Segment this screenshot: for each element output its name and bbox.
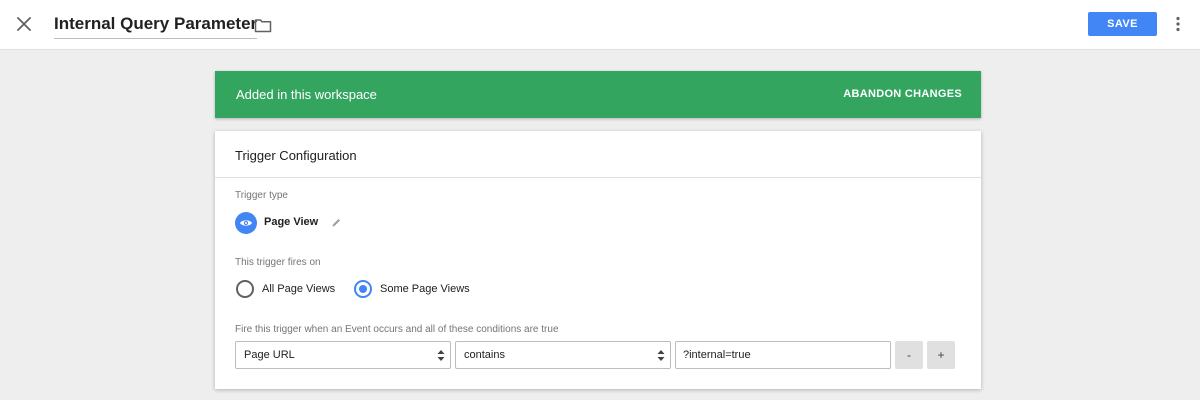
page-title[interactable]: Internal Query Parameter — [54, 14, 258, 39]
edit-trigger-type-button[interactable] — [330, 216, 342, 228]
top-bar: Internal Query Parameter SAVE — [0, 0, 1200, 50]
radio-all-page-views-label: All Page Views — [262, 283, 336, 295]
variable-select[interactable]: Page URL — [235, 341, 451, 369]
abandon-changes-button[interactable]: ABANDON CHANGES — [843, 88, 962, 100]
radio-unchecked-icon[interactable] — [236, 280, 254, 298]
card-header: Trigger Configuration — [215, 131, 981, 178]
page-view-type-icon — [235, 212, 257, 234]
radio-checked-icon[interactable] — [354, 280, 372, 298]
condition-value-input[interactable] — [675, 341, 891, 369]
select-arrows-icon — [657, 350, 665, 361]
operator-select[interactable]: contains — [455, 341, 671, 369]
banner-text: Added in this workspace — [236, 87, 377, 102]
save-button[interactable]: SAVE — [1088, 12, 1157, 36]
operator-select-value: contains — [464, 349, 505, 361]
conditions-label: Fire this trigger when an Event occurs a… — [235, 324, 559, 335]
trigger-type-name: Page View — [264, 216, 319, 228]
folder-button[interactable] — [252, 14, 274, 36]
radio-all-page-views[interactable]: All Page Views — [236, 279, 335, 299]
radio-some-page-views-label: Some Page Views — [380, 283, 470, 295]
radio-some-page-views[interactable]: Some Page Views — [354, 279, 470, 299]
more-options-button[interactable] — [1170, 12, 1186, 36]
add-condition-button[interactable]: + — [927, 341, 955, 369]
close-icon — [17, 17, 31, 31]
select-arrows-icon — [437, 350, 445, 361]
workspace-status-banner: Added in this workspace ABANDON CHANGES — [215, 71, 981, 118]
pencil-icon — [332, 218, 340, 226]
trigger-configuration-card: Trigger Configuration Trigger type Page … — [215, 131, 981, 389]
close-button[interactable] — [12, 12, 36, 36]
remove-condition-button[interactable]: - — [895, 341, 923, 369]
variable-select-value: Page URL — [244, 349, 295, 361]
card-title: Trigger Configuration — [235, 148, 357, 163]
trigger-type-label: Trigger type — [235, 190, 288, 201]
eye-icon — [240, 220, 252, 226]
folder-icon — [254, 18, 272, 32]
more-vert-icon — [1176, 16, 1180, 32]
fires-on-label: This trigger fires on — [235, 257, 321, 268]
